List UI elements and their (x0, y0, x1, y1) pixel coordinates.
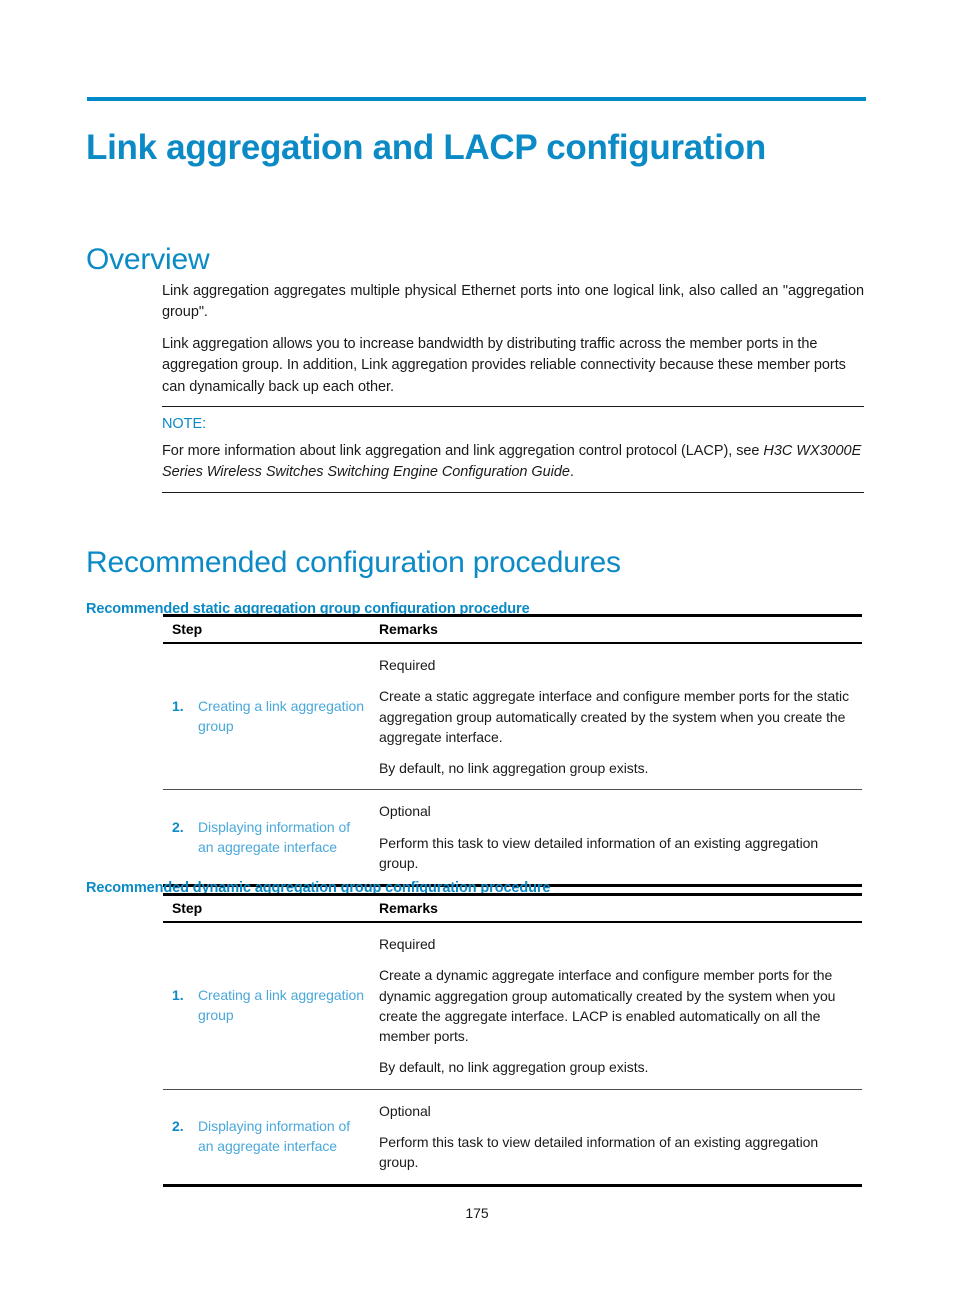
remarks-line: Perform this task to view detailed infor… (379, 834, 819, 872)
dynamic-procedure-table: Step Remarks 1. Creating a link aggregat… (163, 893, 862, 1187)
overview-paragraph-2: Link aggregation allows you to increase … (162, 336, 846, 395)
document-page: Link aggregation and LACP configuration … (0, 0, 954, 1296)
step-link[interactable]: Displaying information of an aggregate i… (198, 817, 366, 858)
overview-paragraph-1: Link aggregation aggregates multiple phy… (162, 283, 864, 321)
step-cell: 1. Creating a link aggregation group (163, 922, 370, 1090)
note-box: NOTE: For more information about link ag… (162, 406, 864, 493)
step-number: 1. (172, 987, 184, 1004)
remarks-line: Required (379, 936, 436, 952)
column-header-step: Step (163, 893, 370, 923)
column-header-step: Step (163, 614, 370, 644)
table-header-row: Step Remarks (163, 893, 862, 923)
step-cell: 2. Displaying information of an aggregat… (163, 789, 370, 888)
overview-paragraph-1-wrap: Link aggregation aggregates multiple phy… (162, 281, 864, 324)
note-label: NOTE: (162, 416, 207, 432)
heading-recommended-procedures: Recommended configuration procedures (86, 545, 621, 579)
table-row: 1. Creating a link aggregation group Req… (163, 922, 862, 1090)
remarks-line: Perform this task to view detailed infor… (379, 1134, 819, 1171)
remarks-cell: Required Create a static aggregate inter… (370, 643, 862, 791)
column-header-remarks: Remarks (370, 614, 862, 644)
remarks-line: Create a dynamic aggregate interface and… (379, 967, 836, 1045)
remarks-line: By default, no link aggregation group ex… (379, 1059, 649, 1076)
remarks-line: Required (379, 657, 436, 673)
remarks-cell: Required Create a dynamic aggregate inte… (370, 922, 862, 1090)
step-number: 2. (172, 1117, 184, 1134)
remarks-line: Create a static aggregate interface and … (379, 688, 850, 745)
title-top-rule (87, 97, 866, 101)
column-header-remarks: Remarks (370, 893, 862, 923)
step-link[interactable]: Creating a link aggregation group (198, 696, 366, 737)
remarks-line: Optional (379, 803, 431, 820)
table-row: 2. Displaying information of an aggregat… (163, 1089, 862, 1187)
remarks-line: Optional (379, 1102, 431, 1119)
remarks-cell: Optional Perform this task to view detai… (370, 1089, 862, 1187)
table-row: 2. Displaying information of an aggregat… (163, 789, 862, 888)
page-title: Link aggregation and LACP configuration (86, 128, 766, 168)
table-header-row: Step Remarks (163, 614, 862, 644)
table-row: 1. Creating a link aggregation group Req… (163, 643, 862, 791)
heading-overview: Overview (86, 242, 210, 276)
page-number: 175 (465, 1205, 489, 1221)
note-text: For more information about link aggregat… (162, 441, 864, 484)
step-number: 2. (172, 818, 184, 835)
step-cell: 1. Creating a link aggregation group (163, 643, 370, 791)
remarks-line: By default, no link aggregation group ex… (379, 760, 649, 777)
static-procedure-table: Step Remarks 1. Creating a link aggregat… (163, 614, 862, 888)
note-text-plain: For more information about link aggregat… (162, 443, 764, 459)
step-link[interactable]: Creating a link aggregation group (198, 985, 366, 1026)
overview-paragraph-2-wrap: Link aggregation allows you to increase … (162, 334, 864, 398)
step-link[interactable]: Displaying information of an aggregate i… (198, 1116, 366, 1157)
note-text-tail: . (569, 464, 574, 481)
remarks-cell: Optional Perform this task to view detai… (370, 789, 862, 888)
step-cell: 2. Displaying information of an aggregat… (163, 1089, 370, 1187)
step-number: 1. (172, 697, 184, 714)
